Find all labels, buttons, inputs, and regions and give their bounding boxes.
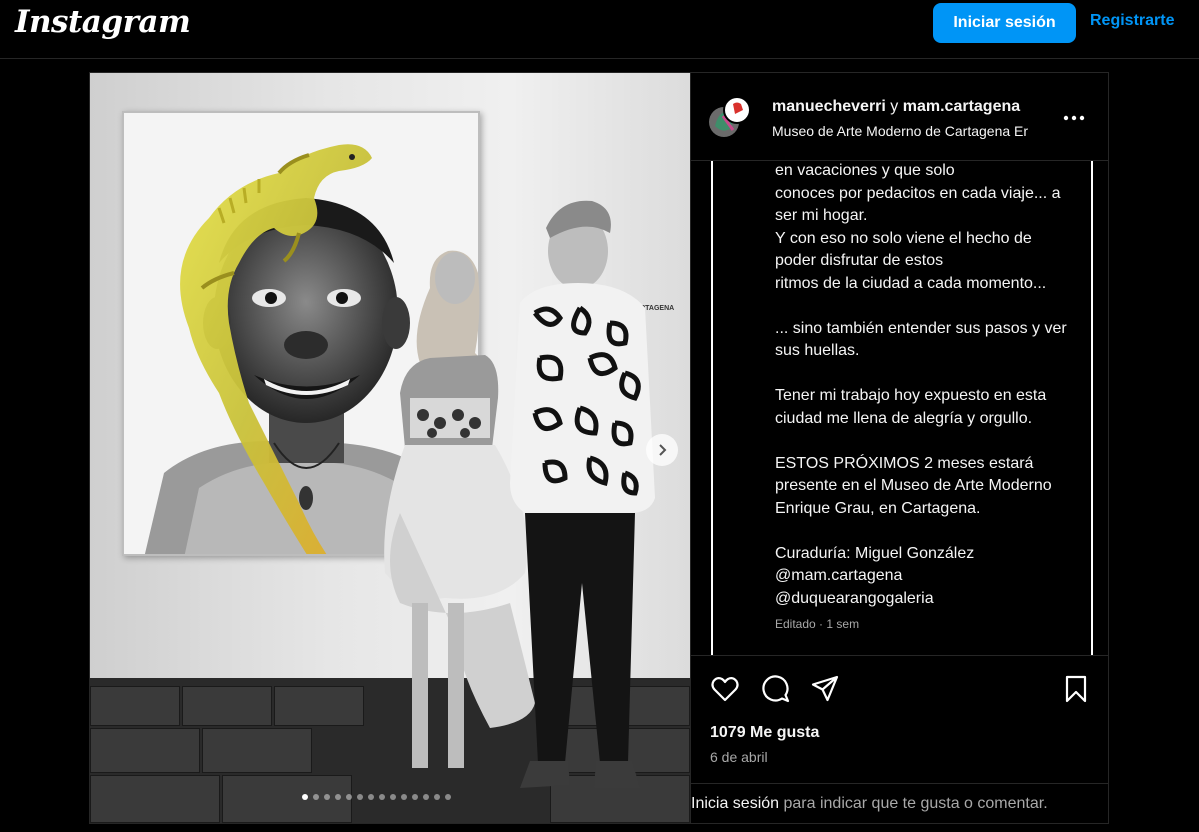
caption-line: en vacaciones y que solo: [775, 162, 955, 179]
carousel-dot: [390, 794, 396, 800]
chevron-right-icon: [659, 444, 667, 456]
heart-icon[interactable]: [710, 674, 740, 704]
caption-line: ciudad me llena de alegría y orgullo.: [775, 409, 1033, 427]
post-location[interactable]: Museo de Arte Moderno de Cartagena Er: [772, 123, 1052, 139]
caption-line: presente en el Museo de Arte Moderno: [775, 477, 1052, 494]
login-prompt-link[interactable]: Inicia sesión: [691, 795, 779, 812]
register-link[interactable]: Registrarte: [1090, 12, 1174, 30]
likes-count[interactable]: 1079 Me gusta: [710, 724, 819, 742]
carousel-next-button[interactable]: [646, 434, 678, 466]
post-authors: manuecheverri y mam.cartagena: [772, 98, 1020, 116]
post-container: CARTAGENA manuecheverri y mam.cartagena …: [89, 72, 1109, 824]
carousel-dot: [346, 794, 352, 800]
carousel-dot: [302, 794, 308, 800]
edited-info: Editado · 1 sem: [775, 617, 859, 631]
caption-line: ritmos de la ciudad a cada momento...: [775, 274, 1047, 292]
caption-line: sus huellas.: [775, 342, 860, 359]
post-header: manuecheverri y mam.cartagena Museo de A…: [691, 73, 1109, 161]
caption-blank-line: [775, 520, 1091, 543]
caption-line: ser mi hogar.: [775, 207, 868, 224]
edited-time[interactable]: 1 sem: [826, 617, 859, 631]
avatar[interactable]: [709, 96, 751, 138]
caption-line[interactable]: @mam.cartagena: [775, 565, 1091, 588]
post-actions: [691, 655, 1109, 720]
caption-line[interactable]: @duquearangogaleria: [775, 588, 1091, 611]
post-date[interactable]: 6 de abril: [710, 749, 768, 765]
carousel-dot: [445, 794, 451, 800]
carousel-dot: [368, 794, 374, 800]
more-options-icon[interactable]: [1063, 115, 1085, 121]
share-icon[interactable]: [810, 674, 840, 704]
caption-blank-line: [775, 363, 1091, 386]
carousel-dot: [357, 794, 363, 800]
caption-line: ESTOS PRÓXIMOS 2 meses estará: [775, 454, 1034, 472]
edited-label: Editado: [775, 617, 816, 631]
author-joiner: y: [890, 98, 899, 115]
carousel-dot: [335, 794, 341, 800]
post-caption: en vacaciones y que solo conoces por peda…: [775, 161, 1091, 611]
caption-line: Curaduría: Miguel González: [775, 544, 975, 562]
caption-line: conoces por pedacitos en cada viaje... a: [775, 184, 1061, 202]
people-photo: [384, 200, 655, 788]
carousel-indicator: [302, 794, 451, 804]
caption-line: Tener mi trabajo hoy expuesto en esta: [775, 387, 1047, 404]
caption-line: ... sino también entender sus pasos y ve…: [775, 319, 1067, 337]
carousel-dot: [324, 794, 330, 800]
post-details-panel: manuecheverri y mam.cartagena Museo de A…: [690, 73, 1109, 823]
caption-line: poder disfrutar de estos: [775, 252, 944, 269]
top-navigation-bar: Instagram Iniciar sesión Registrarte: [0, 0, 1199, 59]
carousel-dot: [379, 794, 385, 800]
carousel-dot: [412, 794, 418, 800]
login-prompt: Inicia sesión para indicar que te gusta …: [691, 783, 1109, 823]
carousel-dot: [313, 794, 319, 800]
post-media[interactable]: CARTAGENA: [90, 73, 690, 823]
carousel-dot: [401, 794, 407, 800]
caption-blank-line: [775, 430, 1091, 453]
caption-scroll-area[interactable]: en vacaciones y que solo conoces por peda…: [711, 161, 1093, 655]
carousel-dot: [423, 794, 429, 800]
caption-line: Enrique Grau, en Cartagena.: [775, 499, 981, 517]
carousel-dot: [434, 794, 440, 800]
bookmark-icon[interactable]: [1061, 674, 1091, 704]
caption-line: Y con eso no solo viene el hecho de: [775, 229, 1032, 247]
edited-separator: ·: [819, 617, 824, 631]
author-username[interactable]: manuecheverri: [772, 98, 886, 115]
comment-icon[interactable]: [761, 674, 791, 704]
coauthor-username[interactable]: mam.cartagena: [903, 98, 1020, 115]
caption-blank-line: [775, 295, 1091, 318]
login-prompt-rest: para indicar que te gusta o comentar.: [779, 795, 1048, 812]
instagram-logo[interactable]: Instagram: [15, 4, 191, 40]
login-prompt-text: Inicia sesión para indicar que te gusta …: [691, 795, 1048, 813]
login-button[interactable]: Iniciar sesión: [933, 3, 1076, 43]
